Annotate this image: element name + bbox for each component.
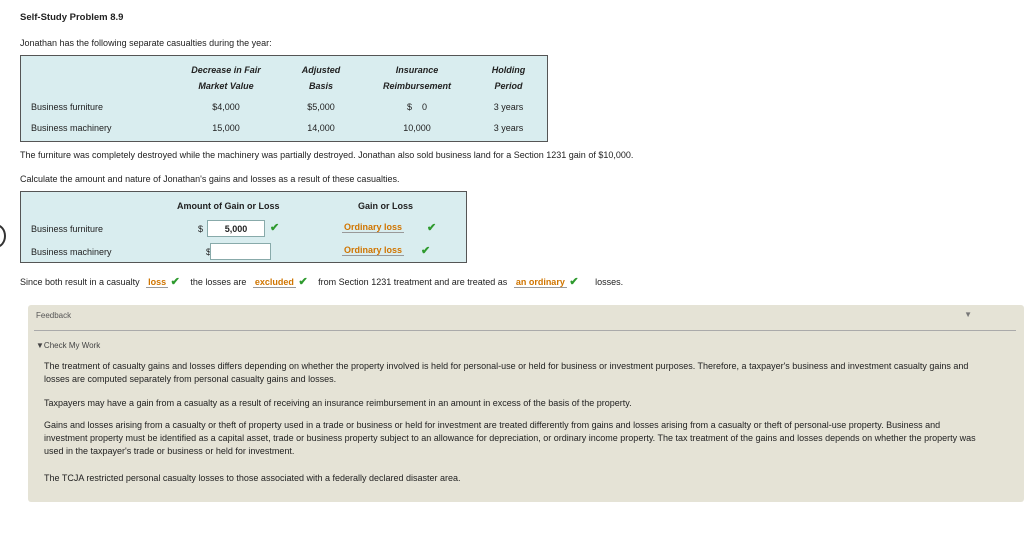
casualty-type-dropdown[interactable]: loss <box>146 277 169 288</box>
check-icon: ✔ <box>427 222 437 234</box>
casualties-table: Decrease in Fair Market Value Adjusted Bas… <box>20 55 548 142</box>
feedback-paragraph: Taxpayers may have a gain from a casualt… <box>44 398 632 408</box>
header-decrease: Decrease in Fair Market Value <box>191 65 261 91</box>
row-label-machinery: Business machinery <box>31 123 112 133</box>
machinery-holding: 3 years <box>493 123 524 133</box>
check-icon: ✔ <box>569 276 579 288</box>
check-my-work-toggle[interactable]: ▼Check My Work <box>36 341 100 350</box>
machinery-basis: 14,000 <box>307 123 335 133</box>
check-icon: ✔ <box>270 222 280 234</box>
machinery-decrease: 15,000 <box>212 123 240 133</box>
answer-row-label-furniture: Business furniture <box>31 224 104 234</box>
header-gain-or-loss: Gain or Loss <box>358 201 414 211</box>
partial-circle-marker <box>0 224 6 248</box>
machinery-nature-dropdown[interactable]: Ordinary loss <box>342 245 405 256</box>
conclusion-sentence: Since both result in a casualty loss ✔ t… <box>20 275 623 288</box>
treatment-dropdown[interactable]: excluded <box>252 277 296 288</box>
intro-text: Jonathan has the following separate casu… <box>20 38 272 48</box>
header-insurance: Insurance Reimbursement <box>382 65 452 91</box>
statement-text: The furniture was completely destroyed w… <box>20 150 634 160</box>
feedback-paragraph: Gains and losses arising from a casualty… <box>44 420 976 456</box>
header-holding-period: Holding Period <box>491 65 526 91</box>
header-amount-gain-loss: Amount of Gain or Loss <box>177 201 280 211</box>
header-adjusted-basis: Adjusted Basis <box>301 65 341 91</box>
loss-character-dropdown[interactable]: an ordinary <box>513 277 567 288</box>
answer-row-label-machinery: Business machinery <box>31 247 112 257</box>
furniture-amount-input[interactable]: 5,000 <box>207 220 265 237</box>
machinery-amount-input[interactable] <box>210 243 271 260</box>
sentence-part-2: the losses are <box>190 277 247 287</box>
machinery-insurance: 10,000 <box>403 123 431 133</box>
sentence-part-4: losses. <box>595 277 624 287</box>
row-label-furniture: Business furniture <box>31 102 104 112</box>
check-icon: ✔ <box>421 245 431 257</box>
feedback-paragraph: The TCJA restricted personal casualty lo… <box>44 473 461 483</box>
feedback-divider <box>34 330 1016 331</box>
dollar-sign: $ <box>198 224 204 234</box>
sentence-part-3: from Section 1231 treatment and are trea… <box>318 277 508 287</box>
furniture-nature-dropdown[interactable]: Ordinary loss <box>342 222 405 233</box>
furniture-holding: 3 years <box>493 102 524 112</box>
feedback-panel: Feedback ▼ ▼Check My Work The treatment … <box>28 305 1024 502</box>
furniture-basis: $5,000 <box>307 102 335 112</box>
feedback-title: Feedback <box>36 311 72 320</box>
sentence-part-1: Since both result in a casualty <box>20 277 140 287</box>
collapse-toggle-icon[interactable]: ▼ <box>964 310 972 319</box>
furniture-decrease: $4,000 <box>212 102 240 112</box>
answer-table: Amount of Gain or Loss Gain or Loss Busi… <box>20 191 467 263</box>
page-title: Self-Study Problem 8.9 <box>20 12 124 23</box>
instruction-text: Calculate the amount and nature of Jonat… <box>20 174 400 184</box>
feedback-paragraph: The treatment of casualty gains and loss… <box>44 361 969 384</box>
check-icon: ✔ <box>298 276 308 288</box>
furniture-insurance: $ 0 <box>406 102 427 112</box>
check-icon: ✔ <box>170 276 180 288</box>
